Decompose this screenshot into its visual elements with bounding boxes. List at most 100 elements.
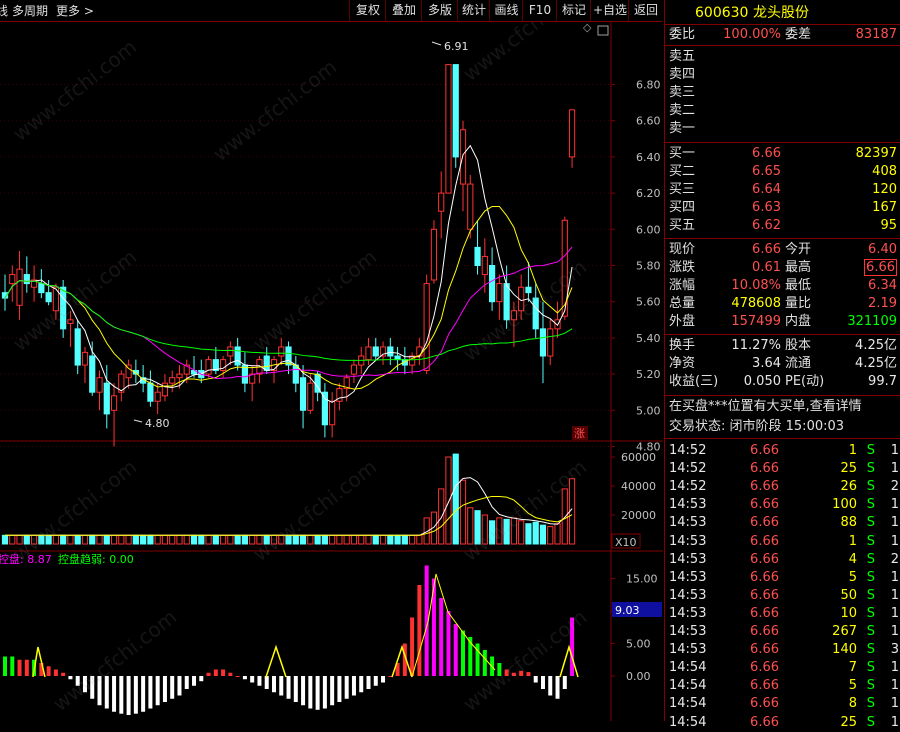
indicator-bar <box>482 650 487 676</box>
overlay-button[interactable]: 叠加 <box>385 0 422 21</box>
volume-bar <box>379 534 387 545</box>
quote-panel: 600630 龙头股份 委比 100.00% 委差 83187 卖五 卖四 卖三… <box>664 0 900 730</box>
back-button[interactable]: 返回 <box>628 0 663 21</box>
volume-bar <box>110 534 118 545</box>
low-annotation: 4.80 <box>133 417 170 430</box>
candle <box>387 346 394 357</box>
draw-line-button[interactable]: 画线 <box>489 0 523 21</box>
volume-bar <box>394 534 401 545</box>
candlesticks <box>1 64 576 447</box>
diamond-icon[interactable]: ◇ <box>583 22 592 34</box>
volume-bar <box>343 534 350 545</box>
candle <box>430 228 438 281</box>
candle <box>169 377 176 384</box>
indicator-bar <box>286 676 291 699</box>
volume-tick-label: 40000 <box>621 480 656 493</box>
volume-bar <box>358 534 365 545</box>
candle <box>547 328 554 357</box>
tick-row: 14:53 6.66 50 S 1 <box>669 587 899 603</box>
stat-row-pct: 涨幅 10.08% 最低 6.34 <box>669 278 897 293</box>
indicator-signal <box>265 644 287 678</box>
candle <box>45 292 52 303</box>
volume-bar <box>387 534 394 545</box>
watermark-text: www.cfchi.com <box>248 455 381 566</box>
volume-tick-label: 60000 <box>621 451 656 464</box>
watermark-text: www.cfchi.com <box>458 255 591 366</box>
volume-bar <box>220 534 227 545</box>
multi-period-button[interactable]: 多周期 <box>12 2 48 19</box>
f10-button[interactable]: F10 <box>522 0 557 21</box>
indicator-bar <box>221 669 226 676</box>
statistics-button[interactable]: 统计 <box>457 0 490 21</box>
buy-row-2: 买二 6.65 408 <box>669 164 897 179</box>
price-tick-label: 5.60 <box>636 296 661 309</box>
indicator-signal <box>559 644 579 678</box>
candle <box>9 274 16 285</box>
candle <box>394 355 401 361</box>
add-favorite-button[interactable]: +自选 <box>590 0 629 21</box>
mark-button[interactable]: 标记 <box>556 0 591 21</box>
indicator-bar <box>279 676 284 696</box>
indicator-bar <box>351 676 356 696</box>
volume-bar <box>205 534 212 545</box>
candle <box>488 265 496 303</box>
candle <box>278 346 285 357</box>
fuquan-button[interactable]: 复权 <box>349 0 386 21</box>
window-toggle-icon[interactable] <box>597 25 609 36</box>
volume-bar <box>132 534 139 545</box>
indicator-bar <box>162 676 167 702</box>
tick-row: 14:54 6.66 5 S 1 <box>669 678 899 694</box>
candle <box>568 109 576 158</box>
multi-board-button[interactable]: 多版 <box>421 0 458 21</box>
candle <box>365 346 372 361</box>
trade-status: 交易状态: 闭市阶段 15:00:03 <box>669 419 845 434</box>
more-button[interactable]: 更多 > <box>56 2 94 19</box>
stock-name: 龙头股份 <box>753 5 809 21</box>
volume-bar <box>554 523 561 545</box>
tick-row: 14:53 6.66 1 S 1 <box>669 533 899 549</box>
volume-bar <box>350 534 358 545</box>
volume-bar <box>125 534 132 545</box>
indicator-bar <box>417 585 422 676</box>
period-cut-label: 线 <box>0 4 9 18</box>
candle <box>176 373 183 379</box>
watermark-text: www.cfchi.com <box>8 455 141 566</box>
tick-row: 14:53 6.66 10 S 1 <box>669 605 899 621</box>
indicator-bar <box>61 672 66 676</box>
candle <box>205 359 212 375</box>
sell-row-4: 卖四 <box>669 67 696 82</box>
tick-row: 14:52 6.66 25 S 1 <box>669 461 899 477</box>
volume-bar <box>183 534 190 545</box>
stat-row-earnings: 收益(三) 0.050 PE(动) 99.7 <box>669 374 897 389</box>
volume-bar <box>299 534 307 545</box>
volume-bar <box>147 534 154 545</box>
high-annotation: 6.91 <box>431 40 469 53</box>
indicator-bar <box>148 676 153 709</box>
indicator-bar <box>301 676 306 706</box>
sell-row-5: 卖五 <box>669 49 696 64</box>
volume-bar <box>234 534 241 545</box>
indicator-bar <box>3 656 7 676</box>
indicator-bar <box>257 676 262 686</box>
watermark-text: www.cfchi.com <box>8 35 141 146</box>
sell-row-2: 卖二 <box>669 103 696 118</box>
candle <box>227 346 234 357</box>
indicator-bar <box>192 676 197 686</box>
volume-bar <box>212 534 219 545</box>
indicator-bar <box>540 676 545 689</box>
high-price-label: 6.91 <box>444 40 469 53</box>
indicator-bar <box>24 659 29 676</box>
tick-row: 14:54 6.66 7 S 1 <box>669 660 899 676</box>
candle <box>103 382 110 415</box>
tick-row: 14:53 6.66 100 S 1 <box>669 497 899 513</box>
volume-bar <box>561 488 568 545</box>
volume-bar <box>140 534 147 545</box>
indicator-signal-line <box>411 573 496 678</box>
indicator-bar <box>235 676 240 677</box>
indicator-bar <box>119 676 124 714</box>
candle <box>96 377 103 393</box>
big-order-notice[interactable]: 在买盘***位置有大买单,查看详情 <box>665 398 900 416</box>
indicator-bar <box>170 676 175 699</box>
stock-chart-area[interactable]: 6.80 6.60 6.40 6.20 6.00 5.80 5.60 5.40 5.20 5.00… <box>0 22 663 721</box>
candle <box>16 268 23 306</box>
